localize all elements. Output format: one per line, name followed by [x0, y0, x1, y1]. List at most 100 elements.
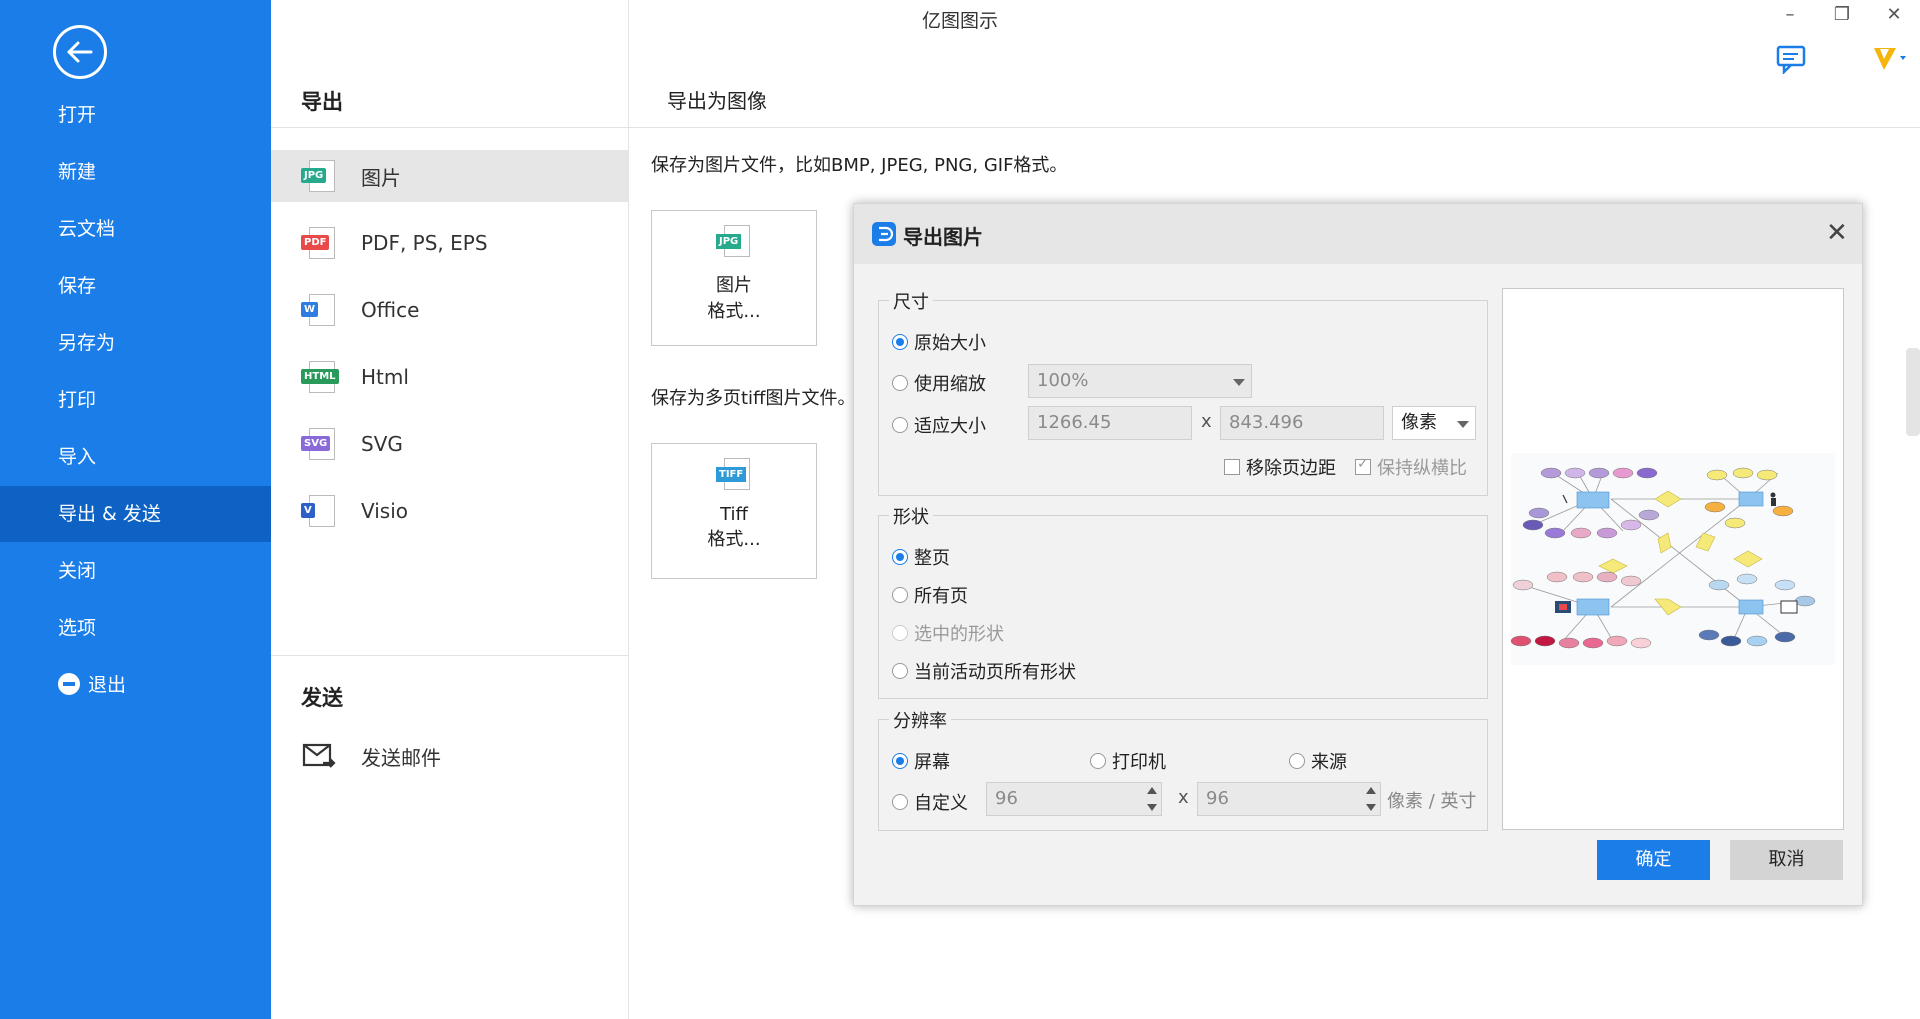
- sidebar-item-close[interactable]: 关闭: [0, 543, 271, 599]
- format-item-svg[interactable]: SVG SVG: [271, 418, 629, 470]
- image-format-button[interactable]: JPG 图片 格式...: [651, 210, 817, 346]
- format-label: Html: [361, 365, 409, 389]
- spinner-arrows-icon[interactable]: [1147, 784, 1159, 814]
- radio-fit-size[interactable]: 适应大小: [892, 412, 986, 438]
- send-title: 发送: [301, 686, 343, 710]
- sidebar: 打开 新建 云文档 保存 另存为 打印 导入 导出 & 发送 关闭 选项 退出: [0, 0, 271, 1019]
- radio-label: 使用缩放: [914, 374, 986, 395]
- sidebar-item-print[interactable]: 打印: [0, 372, 271, 428]
- sidebar-item-import[interactable]: 导入: [0, 429, 271, 485]
- radio-button[interactable]: [1289, 753, 1305, 769]
- radio-button[interactable]: [892, 663, 908, 679]
- visio-icon: V: [301, 495, 337, 527]
- unit-select[interactable]: 像素: [1392, 406, 1476, 440]
- checkbox[interactable]: [1224, 459, 1240, 475]
- dpi-x-value: 96: [995, 788, 1018, 809]
- close-window-button[interactable]: ✕: [1879, 4, 1909, 25]
- format-item-html[interactable]: HTML Html: [271, 351, 629, 403]
- vip-icon[interactable]: [1870, 44, 1910, 72]
- checkbox[interactable]: [1355, 456, 1371, 475]
- dpi-x-stepper[interactable]: 96: [986, 782, 1162, 816]
- format-label: Office: [361, 298, 420, 322]
- dialog-header: 导出图片 ✕: [854, 204, 1862, 264]
- dialog-title: 导出图片: [903, 225, 983, 249]
- format-label: 图片: [361, 165, 401, 190]
- sidebar-item-new[interactable]: 新建: [0, 144, 271, 200]
- radio-button[interactable]: [892, 753, 908, 769]
- radio-source[interactable]: 来源: [1289, 748, 1347, 774]
- radio-button[interactable]: [892, 625, 908, 641]
- send-divider: [271, 655, 629, 656]
- zoom-value: 100%: [1037, 370, 1089, 391]
- format-label: SVG: [361, 432, 403, 456]
- format-item-image[interactable]: JPG 图片: [271, 150, 629, 202]
- dpi-y-stepper[interactable]: 96: [1197, 782, 1381, 816]
- image-format-line2: 格式...: [707, 301, 761, 322]
- preview-pane: [1502, 288, 1844, 830]
- chevron-down-icon: [1457, 421, 1469, 428]
- radio-button[interactable]: [1090, 753, 1106, 769]
- radio-button[interactable]: [892, 334, 908, 350]
- radio-printer[interactable]: 打印机: [1090, 748, 1166, 774]
- sidebar-item-save[interactable]: 保存: [0, 258, 271, 314]
- radio-custom[interactable]: 自定义: [892, 789, 968, 815]
- diagram-preview-image: [1510, 453, 1835, 665]
- radio-original-size[interactable]: 原始大小: [892, 329, 986, 355]
- chevron-down-icon: [1233, 379, 1245, 386]
- radio-label: 自定义: [914, 793, 968, 814]
- sidebar-item-cloud[interactable]: 云文档: [0, 201, 271, 257]
- export-panel: 导出 JPG 图片 PDF PDF, PS, EPS W Office HTML…: [271, 0, 629, 1019]
- tiff-desc: 保存为多页tiff图片文件。: [651, 388, 856, 409]
- zoom-select[interactable]: 100%: [1028, 364, 1252, 398]
- format-item-visio[interactable]: V Visio: [271, 485, 629, 537]
- resolution-group: [878, 719, 1488, 831]
- radio-button[interactable]: [892, 549, 908, 565]
- tiff-format-button[interactable]: TIFF Tiff 格式...: [651, 443, 817, 579]
- close-icon[interactable]: ✕: [1826, 218, 1848, 248]
- sidebar-item-options[interactable]: 选项: [0, 600, 271, 656]
- remove-margin-checkbox[interactable]: 移除页边距: [1224, 454, 1336, 480]
- radio-whole-page[interactable]: 整页: [892, 544, 950, 570]
- radio-button[interactable]: [892, 375, 908, 391]
- sidebar-item-exit[interactable]: 退出: [0, 657, 271, 713]
- radio-selected-shapes[interactable]: 选中的形状: [892, 620, 1004, 646]
- svg-icon: SVG: [301, 428, 337, 460]
- send-email-item[interactable]: 发送邮件: [271, 730, 629, 782]
- dpi-x-separator: x: [1178, 787, 1189, 808]
- radio-current-page-shapes[interactable]: 当前活动页所有形状: [892, 658, 1076, 684]
- sidebar-item-save-as[interactable]: 另存为: [0, 315, 271, 371]
- keep-ratio-checkbox[interactable]: 保持纵横比: [1355, 454, 1467, 480]
- radio-label: 所有页: [914, 586, 968, 607]
- radio-button[interactable]: [892, 417, 908, 433]
- ok-button[interactable]: 确定: [1597, 840, 1710, 880]
- format-item-office[interactable]: W Office: [271, 284, 629, 336]
- tiff-icon: TIFF: [714, 458, 754, 494]
- radio-all-pages[interactable]: 所有页: [892, 582, 968, 608]
- fit-height-input[interactable]: 843.496: [1220, 406, 1384, 440]
- cancel-button[interactable]: 取消: [1730, 840, 1843, 880]
- app-logo-icon: [872, 222, 896, 246]
- content-heading: 导出为图像: [667, 89, 767, 113]
- back-button[interactable]: [53, 25, 107, 79]
- sidebar-item-open[interactable]: 打开: [0, 87, 271, 143]
- export-image-dialog: 导出图片 ✕ 尺寸 原始大小 使用缩放 100% 适应大小 1266.45 x …: [853, 203, 1863, 906]
- radio-label: 适应大小: [914, 416, 986, 437]
- checkbox-label: 保持纵横比: [1377, 458, 1467, 479]
- minimize-button[interactable]: –: [1775, 4, 1805, 25]
- radio-label: 来源: [1311, 752, 1347, 773]
- radio-label: 屏幕: [914, 752, 950, 773]
- radio-screen[interactable]: 屏幕: [892, 748, 950, 774]
- radio-button[interactable]: [892, 794, 908, 810]
- sidebar-item-export-send[interactable]: 导出 & 发送: [0, 486, 271, 542]
- radio-button[interactable]: [892, 587, 908, 603]
- comment-icon[interactable]: [1776, 44, 1808, 74]
- restore-button[interactable]: ❐: [1827, 4, 1857, 25]
- fit-width-input[interactable]: 1266.45: [1028, 406, 1192, 440]
- spinner-arrows-icon[interactable]: [1366, 784, 1378, 814]
- dpi-y-value: 96: [1206, 788, 1229, 809]
- resolution-group-title: 分辨率: [889, 707, 951, 733]
- radio-use-zoom[interactable]: 使用缩放: [892, 370, 986, 396]
- arrow-left-icon: [67, 41, 93, 63]
- format-item-pdf[interactable]: PDF PDF, PS, EPS: [271, 217, 629, 269]
- scrollbar-handle[interactable]: [1906, 348, 1920, 436]
